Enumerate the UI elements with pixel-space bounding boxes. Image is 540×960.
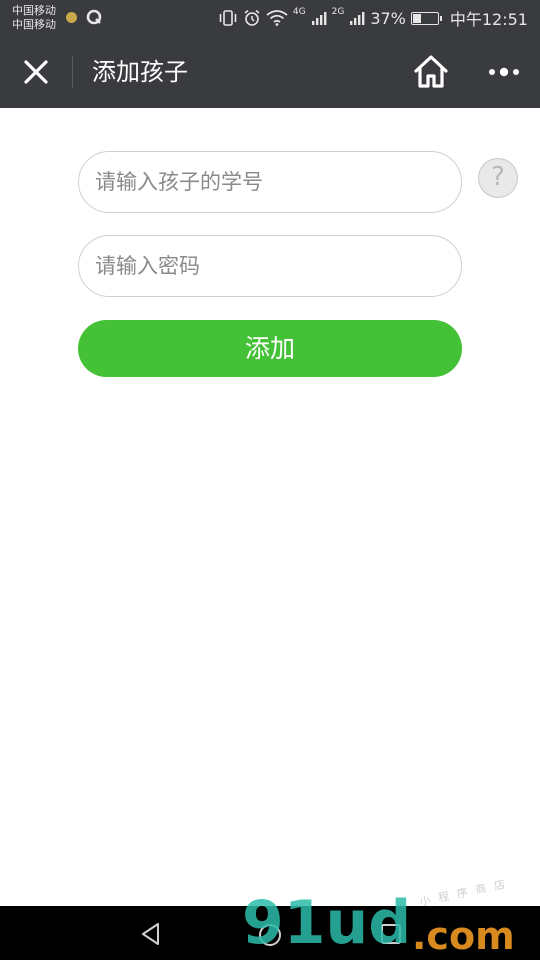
signal-icon-2 xyxy=(350,12,365,25)
password-input[interactable] xyxy=(79,236,461,296)
notification-dot-icon xyxy=(66,12,77,23)
page-title: 添加孩子 xyxy=(92,58,188,86)
vibrate-icon xyxy=(219,10,237,26)
carrier-info: 中国移动 中国移动 xyxy=(12,4,56,32)
wifi-icon xyxy=(266,10,288,26)
close-icon[interactable] xyxy=(18,54,54,90)
nav-divider xyxy=(72,56,73,88)
add-child-button[interactable]: 添加 xyxy=(78,320,462,377)
student-id-input[interactable] xyxy=(79,152,461,212)
battery-icon xyxy=(410,11,442,25)
network-type-2: 2G xyxy=(331,7,345,17)
network-type-1: 4G xyxy=(292,7,306,17)
status-time: 中午12:51 xyxy=(449,10,528,29)
nav-bar: 添加孩子 xyxy=(0,36,540,108)
alarm-icon xyxy=(244,9,260,26)
carrier-label-2: 中国移动 xyxy=(12,18,56,31)
battery-level-fill xyxy=(412,13,421,23)
status-bar: 中国移动 中国移动 4G 2G 37% 中午12:51 xyxy=(0,0,540,36)
help-button[interactable]: ? xyxy=(478,158,518,198)
watermark-suffix: .com xyxy=(412,914,515,958)
student-id-field[interactable] xyxy=(78,151,462,213)
more-options-icon[interactable] xyxy=(486,62,522,82)
back-icon[interactable] xyxy=(138,921,164,947)
q-app-icon xyxy=(86,9,102,25)
watermark-slogan: 小程序商店 xyxy=(418,876,515,909)
password-field[interactable] xyxy=(78,235,462,297)
home-icon[interactable] xyxy=(412,53,450,91)
battery-percent: 37% xyxy=(370,8,406,28)
watermark-logo: 91ud xyxy=(242,888,412,958)
signal-icon-1 xyxy=(311,12,327,25)
status-indicators: 4G 2G 37% 中午12:51 xyxy=(218,0,528,36)
carrier-label-1: 中国移动 xyxy=(12,4,56,17)
